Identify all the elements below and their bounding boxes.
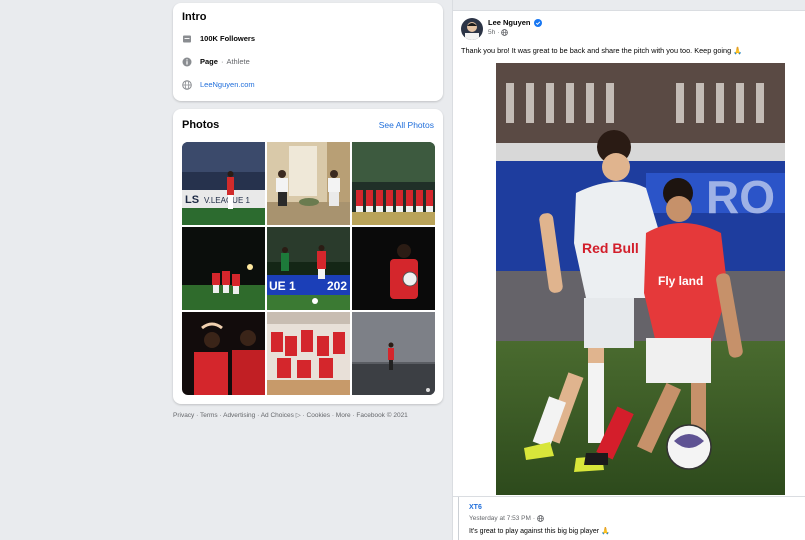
player-with-ball-photo: [352, 227, 435, 310]
post-text: Thank you bro! It was great to be back a…: [461, 46, 743, 55]
post-author[interactable]: Lee Nguyen: [488, 18, 531, 27]
lone-player-photo: [352, 312, 435, 395]
see-all-photos-link[interactable]: See All Photos: [379, 120, 434, 130]
avatar[interactable]: [461, 18, 483, 40]
comment-time-row: Yesterday at 7:53 PM ·: [469, 515, 544, 522]
verified-badge-icon: [533, 18, 542, 27]
photo-thumbnail[interactable]: UE 1 202: [267, 227, 350, 310]
photo-thumbnail[interactable]: [267, 312, 350, 395]
comment-text: It's great to play against this big big …: [469, 528, 610, 535]
info-icon: [182, 57, 192, 67]
time-separator: ·: [497, 29, 500, 36]
svg-text:V.LEAGUE 1: V.LEAGUE 1: [204, 196, 251, 205]
page-category[interactable]: Athlete: [226, 57, 249, 66]
photo-thumbnail[interactable]: [352, 227, 435, 310]
photos-card: Photos See All Photos LS V.LEAGUE 1 UE 1…: [173, 109, 443, 404]
svg-text:Red Bull: Red Bull: [582, 240, 639, 256]
team-lineup-photo: [352, 142, 435, 225]
globe-icon: [537, 515, 544, 522]
svg-text:UE 1: UE 1: [269, 279, 296, 293]
post-header: Lee Nguyen 5h ·: [461, 18, 542, 40]
footer-links: Privacy · Terms · Advertising · Ad Choic…: [173, 411, 443, 419]
globe-icon: [501, 29, 509, 36]
post-author-row: Lee Nguyen: [488, 18, 542, 27]
football-match-photo: RO Red Bull Fly land: [496, 63, 785, 495]
website-row: LeeNguyen.com: [182, 73, 434, 96]
copyright-text: Facebook © 2021: [356, 412, 408, 419]
photo-thumbnail[interactable]: [182, 312, 265, 395]
svg-text:202: 202: [327, 279, 347, 293]
photo-thumbnail[interactable]: [352, 142, 435, 225]
website-link[interactable]: LeeNguyen.com: [200, 80, 255, 89]
ad-choices-link[interactable]: Ad Choices: [261, 412, 294, 419]
post-panel: Lee Nguyen 5h · Thank you bro! It was gr…: [453, 10, 805, 540]
post-photo[interactable]: RO Red Bull Fly land: [496, 63, 785, 495]
more-link[interactable]: More: [336, 412, 351, 419]
page-label: Page: [200, 57, 218, 66]
followers-icon: [182, 34, 192, 44]
night-celebration-photo: [182, 227, 265, 310]
svg-text:Fly land: Fly land: [658, 274, 703, 288]
living-room-photo: [267, 142, 350, 225]
comment: XT6 Yesterday at 7:53 PM · It's great to…: [453, 496, 805, 540]
photo-grid: LS V.LEAGUE 1 UE 1 202: [182, 142, 435, 395]
photo-thumbnail[interactable]: [267, 142, 350, 225]
post-time-row: 5h ·: [488, 29, 542, 36]
svg-text:LS: LS: [185, 194, 199, 206]
match-action-photo: UE 1 202: [267, 227, 350, 310]
photo-thumbnail[interactable]: [352, 312, 435, 395]
photo-thumbnail[interactable]: LS V.LEAGUE 1: [182, 142, 265, 225]
svg-text:RO: RO: [706, 171, 775, 223]
advertising-link[interactable]: Advertising: [223, 412, 255, 419]
globe-icon: [182, 79, 192, 90]
heart-gesture-photo: [182, 312, 265, 395]
page-separator: ·: [220, 57, 224, 66]
ad-choices-icon: ▷: [293, 412, 301, 419]
followers-row: 100K Followers: [182, 27, 434, 50]
intro-title: Intro: [182, 11, 207, 23]
comment-time[interactable]: Yesterday at 7:53 PM: [469, 515, 531, 522]
time-separator: ·: [532, 515, 536, 522]
photo-thumbnail[interactable]: [182, 227, 265, 310]
page-type-row: Page · Athlete: [182, 50, 434, 73]
cookies-link[interactable]: Cookies: [307, 412, 330, 419]
post-photo-area: RO Red Bull Fly land: [453, 63, 805, 495]
post-time[interactable]: 5h: [488, 29, 495, 36]
locker-room-photo: [267, 312, 350, 395]
comment-author[interactable]: XT6: [469, 504, 482, 511]
terms-link[interactable]: Terms: [200, 412, 218, 419]
followers-count: 100K Followers: [200, 34, 256, 43]
privacy-link[interactable]: Privacy: [173, 412, 194, 419]
photos-title: Photos: [182, 119, 220, 131]
stadium-photo: LS V.LEAGUE 1: [182, 142, 265, 225]
intro-card: Intro 100K Followers Page · Athlete LeeN…: [173, 3, 443, 101]
comment-thread-line: [458, 497, 459, 540]
